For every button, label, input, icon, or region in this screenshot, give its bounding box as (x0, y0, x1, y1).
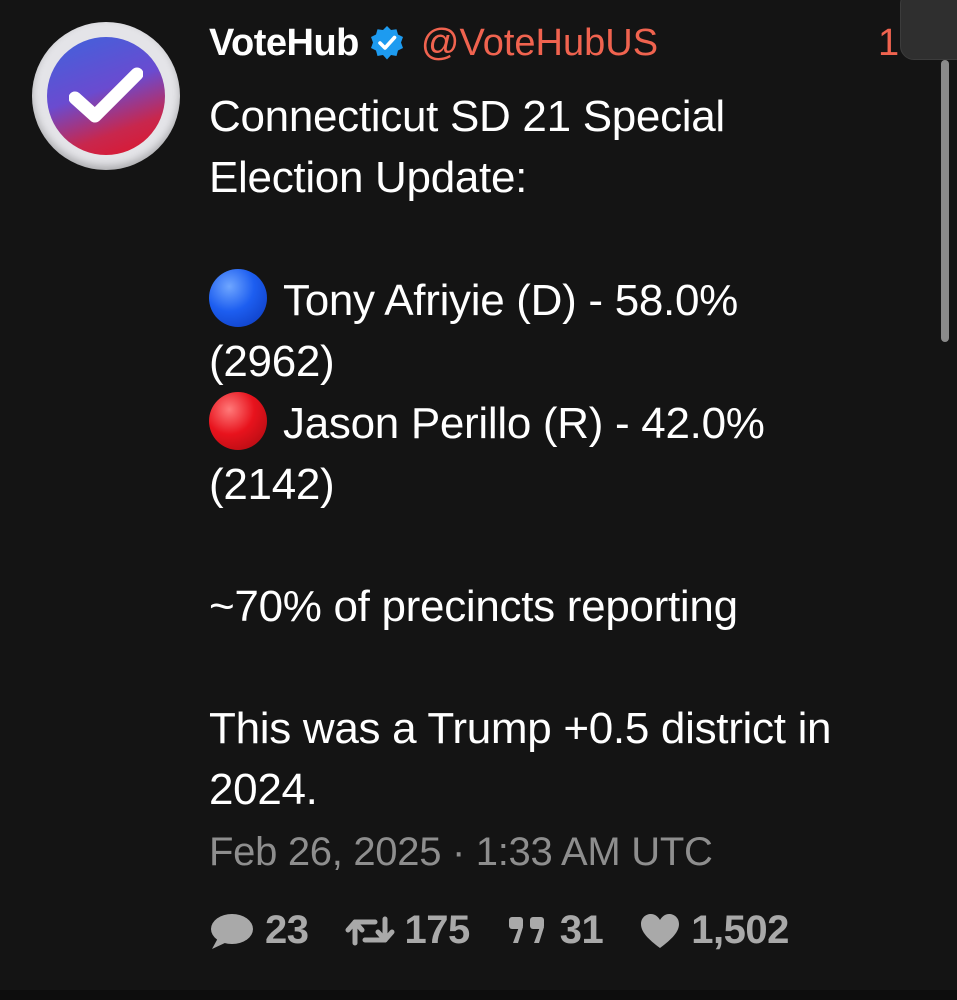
reply-count: 23 (265, 908, 309, 952)
avatar[interactable] (32, 22, 180, 170)
tweet-actions: 23 175 31 1,502 (209, 908, 825, 953)
reply-button[interactable]: 23 (209, 908, 309, 953)
quote-button[interactable]: 31 (506, 908, 604, 953)
red-circle-icon (209, 392, 267, 450)
candidate-line-republican: Jason Perillo (R) - 42.0% (209, 392, 929, 454)
tweet-line (209, 515, 929, 576)
tweet-line: Election Update: (209, 153, 528, 202)
tweet-line: (2962) (209, 337, 335, 386)
bottom-divider (0, 990, 957, 1000)
retweet-button[interactable]: 175 (345, 908, 470, 953)
heart-icon (641, 913, 680, 948)
tweet-line: 2024. (209, 765, 318, 814)
tweet-timestamp[interactable]: Feb 26, 2025 · 1:33 AM UTC (209, 830, 713, 875)
blue-circle-icon (209, 269, 267, 327)
tweet-line (209, 637, 929, 698)
tweet-line: ~70% of precincts reporting (209, 582, 738, 631)
avatar-image (47, 37, 165, 155)
tweet-text: Connecticut SD 21 Special Election Updat… (209, 86, 929, 820)
candidate-text: Tony Afriyie (D) - 58.0% (283, 276, 738, 325)
tweet-line: This was a Trump +0.5 district in (209, 704, 832, 753)
comment-icon (211, 913, 253, 949)
checkmark-icon (69, 67, 143, 123)
author-handle[interactable]: @VoteHubUS (421, 22, 658, 65)
candidate-line-democrat: Tony Afriyie (D) - 58.0% (209, 269, 929, 331)
scrollbar[interactable] (941, 60, 949, 342)
candidate-text: Jason Perillo (R) - 42.0% (283, 399, 765, 448)
tweet-header: VoteHub @VoteHubUS (209, 20, 929, 66)
tweet-line (209, 208, 929, 269)
author-name[interactable]: VoteHub (209, 22, 359, 65)
tweet-line: (2142) (209, 460, 335, 509)
tweet-body: VoteHub @VoteHubUS Connecticut SD 21 Spe… (209, 20, 929, 820)
retweet-icon (345, 916, 394, 945)
tweet-page: 1h VoteHub @VoteHubUS Connecticut SD 21 … (0, 0, 957, 1000)
verified-badge-icon (369, 25, 405, 61)
quote-count: 31 (559, 908, 604, 952)
like-count: 1,502 (691, 908, 789, 952)
retweet-count: 175 (404, 908, 471, 952)
like-button[interactable]: 1,502 (639, 908, 789, 953)
tweet-line: Connecticut SD 21 Special (209, 92, 725, 141)
quote-icon (508, 916, 544, 943)
